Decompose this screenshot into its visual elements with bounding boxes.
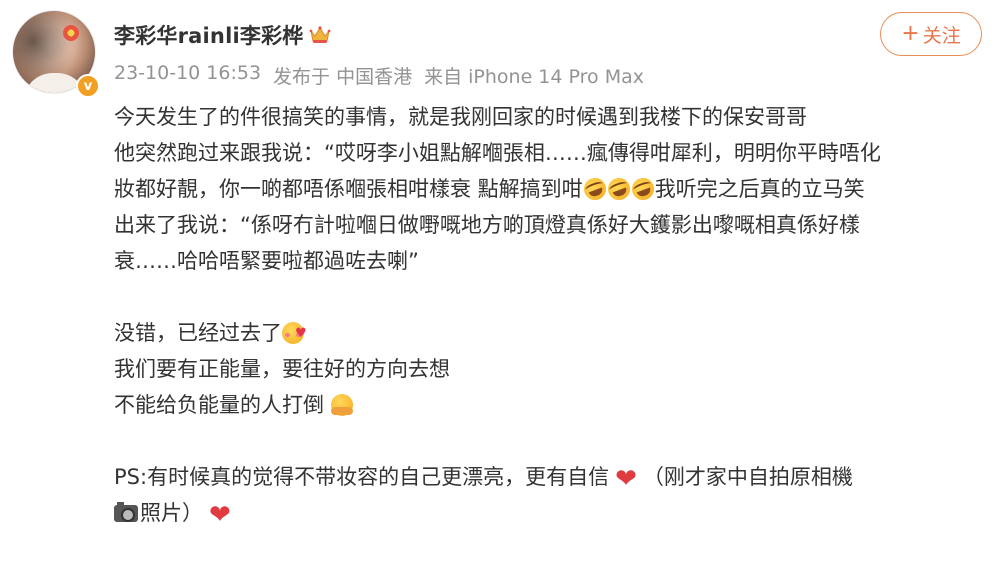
weibo-post: v 李彩华rainli李彩桦 23-10-10 16:53 发布于 中国香港 来… xyxy=(0,0,1000,573)
camera-icon xyxy=(114,502,138,522)
post-meta: 23-10-10 16:53 发布于 中国香港 来自 iPhone 14 Pro… xyxy=(114,62,644,89)
post-text: 我听完之后真的立马笑 xyxy=(654,177,865,201)
post-time[interactable]: 23-10-10 16:53 xyxy=(114,62,261,89)
post-device: 来自 iPhone 14 Pro Max xyxy=(424,66,644,88)
plus-icon: + xyxy=(901,21,920,46)
post-line: 衰……哈哈唔緊要啦都過咗去喇” xyxy=(114,249,419,273)
post-text: 不能给负能量的人打倒 xyxy=(114,393,324,417)
post-line: PS:有时候真的觉得不带妆容的自己更漂亮，更有自信 ❤ （刚才家中自拍原相機 xyxy=(114,459,994,495)
post-line: 今天发生了的件很搞笑的事情，就是我刚回家的时候遇到我楼下的保安哥哥 xyxy=(114,105,807,129)
follow-label: 关注 xyxy=(922,24,961,47)
red-heart-icon: ❤ xyxy=(615,464,637,494)
post-text: 妝都好靚，你一啲都唔係嗰張相咁樣衰 點解搞到咁 xyxy=(114,177,583,201)
post-line: 我们要有正能量，要往好的方向去想 xyxy=(114,357,450,381)
post-line: 没错，已经过去了 xyxy=(114,315,994,352)
post-line: 照片） ❤ xyxy=(114,495,994,531)
post-text: PS:有时候真的觉得不带妆容的自己更漂亮，更有自信 xyxy=(114,465,610,489)
post-location: 发布于 中国香港 xyxy=(273,66,413,88)
hugging-face-icon xyxy=(330,394,353,416)
crown-icon xyxy=(310,26,331,43)
rolling-on-floor-laughing-icon xyxy=(580,174,609,204)
post-line: 出来了我说：“係呀冇計啦嗰日做嘢嘅地方啲頂燈真係好大鑊影出嚟嘅相真係好樣 xyxy=(114,213,860,237)
rolling-on-floor-laughing-icon xyxy=(604,174,633,204)
post-text: （刚才家中自拍原相機 xyxy=(642,465,853,489)
rolling-on-floor-laughing-icon xyxy=(628,174,657,204)
smiling-face-with-hearts-icon xyxy=(282,316,307,352)
post-content: 今天发生了的件很搞笑的事情，就是我刚回家的时候遇到我楼下的保安哥哥 他突然跑过来… xyxy=(114,99,994,531)
red-heart-icon: ❤ xyxy=(209,500,231,530)
post-line: 他突然跑过来跟我说：“哎呀李小姐點解嗰張相……瘋傳得咁犀利，明明你平時唔化 xyxy=(114,141,881,165)
verified-badge-icon: v xyxy=(76,74,100,98)
post-line: 妝都好靚，你一啲都唔係嗰張相咁樣衰 點解搞到咁 我听完之后真的立马笑 xyxy=(114,171,994,207)
author-row: 李彩华rainli李彩桦 xyxy=(114,20,331,50)
avatar[interactable]: v xyxy=(12,10,100,98)
follow-button[interactable]: + 关注 xyxy=(880,12,982,56)
post-text: 没错，已经过去了 xyxy=(114,321,282,345)
post-line: 不能给负能量的人打倒 xyxy=(114,387,994,423)
author-name[interactable]: 李彩华rainli李彩桦 xyxy=(114,20,303,50)
post-text: 照片） xyxy=(140,501,203,525)
